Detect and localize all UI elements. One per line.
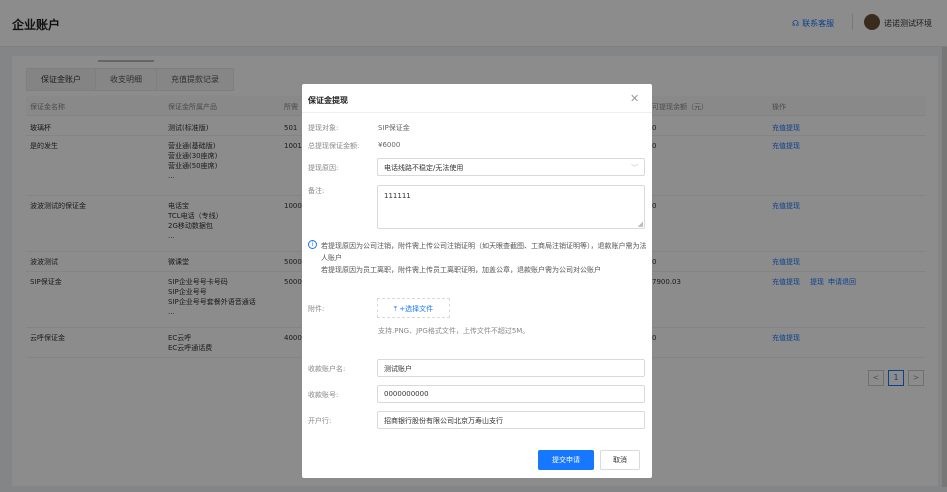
total-value: ¥6000	[378, 141, 401, 149]
upload-icon: ⤒	[393, 305, 397, 313]
close-icon[interactable]: ✕	[630, 92, 639, 105]
notice-line: 若提现原因为员工离职，附件需上传员工离职证明，加盖公章，退款账户需为公司对公账户	[321, 266, 601, 274]
bank-label: 开户行:	[308, 417, 332, 425]
cancel-button[interactable]: 取消	[600, 450, 640, 470]
attachment-label: 附件:	[308, 305, 325, 313]
account-name-label: 收款账户名:	[308, 365, 346, 373]
info-icon: i	[308, 240, 317, 249]
reason-select[interactable]: 电话线路不稳定/无法使用 ﹀	[377, 158, 645, 176]
account-name-field[interactable]: 测试账户	[377, 359, 645, 377]
account-name-value: 测试账户	[384, 365, 412, 373]
submit-button[interactable]: 提交申请	[538, 450, 594, 470]
dialog-divider	[302, 112, 652, 113]
reason-label: 提现原因:	[308, 164, 339, 172]
bank-value: 招商银行股份有限公司北京万寿山支行	[384, 417, 503, 425]
target-value: SIP保证金	[378, 124, 410, 132]
chevron-down-icon: ﹀	[631, 164, 638, 172]
upload-hint: 支持.PNG、JPG格式文件，上传文件不超过5M。	[378, 327, 530, 335]
bank-field[interactable]: 招商银行股份有限公司北京万寿山支行	[377, 411, 645, 429]
dialog-title: 保证金提现	[308, 96, 348, 105]
reason-selected-value: 电话线路不稳定/无法使用	[384, 164, 464, 172]
account-number-value: 0000000000	[384, 390, 429, 398]
select-file-label: +选择文件	[399, 305, 434, 313]
select-file-button[interactable]: ⤒ +选择文件	[377, 298, 450, 318]
remark-textarea[interactable]: 111111 ◢	[377, 185, 645, 229]
target-label: 提现对象:	[308, 124, 339, 132]
withdraw-dialog: 保证金提现 ✕ 提现对象: SIP保证金 总提现保证金额: ¥6000 提现原因…	[302, 84, 652, 478]
account-number-field[interactable]: 0000000000	[377, 385, 645, 403]
withdraw-notice: i 若提现原因为公司注销，附件需上传公司注销证明（如天眼查截图、工商局注销证明等…	[308, 240, 648, 276]
remark-value: 111111	[384, 192, 411, 200]
account-number-label: 收款账号:	[308, 391, 339, 399]
total-label: 总提现保证金额:	[308, 142, 360, 150]
remark-label: 备注:	[308, 187, 325, 195]
resize-grip-icon[interactable]: ◢	[638, 220, 643, 228]
notice-line: 若提现原因为公司注销，附件需上传公司注销证明（如天眼查截图、工商局注销证明等），…	[321, 242, 647, 262]
